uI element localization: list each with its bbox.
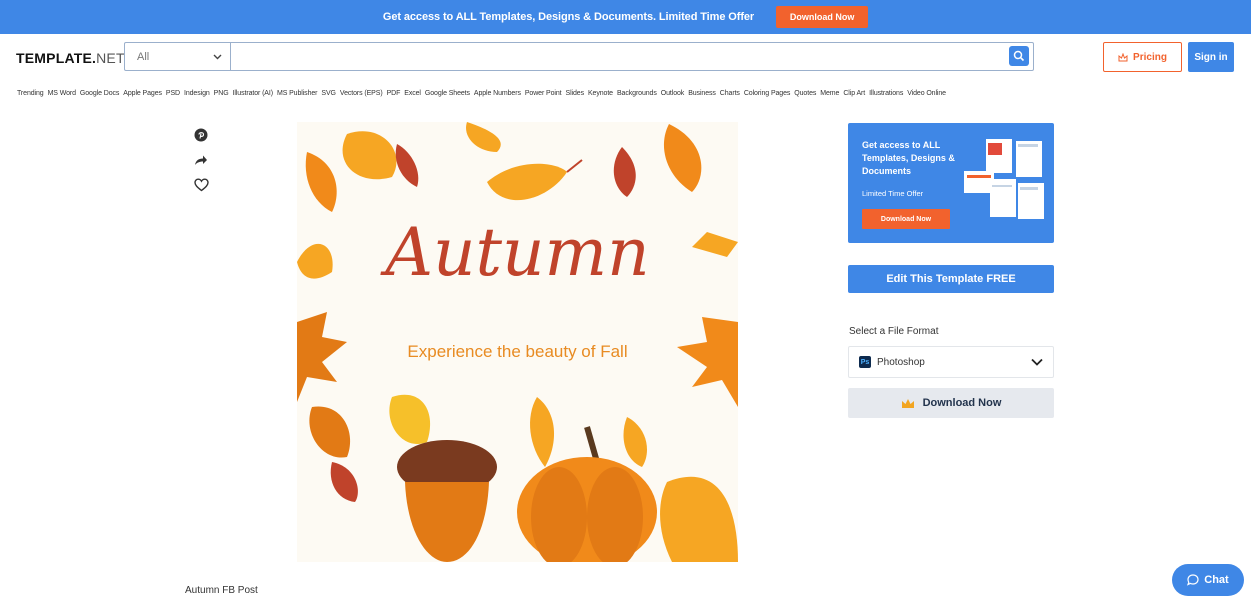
ad-download-button[interactable]: Download Now: [862, 209, 950, 229]
category-link[interactable]: SVG: [321, 90, 336, 97]
header: TEMPLATE.NET All Pricing Sign in: [0, 38, 1251, 78]
file-format-selected: Ps Photoshop: [859, 356, 925, 368]
logo-bold: TEMPLATE.: [16, 50, 97, 66]
category-link[interactable]: Apple Pages: [123, 90, 162, 97]
template-caption: Autumn FB Post: [185, 585, 258, 596]
category-link[interactable]: Google Sheets: [425, 90, 470, 97]
search-input[interactable]: [231, 43, 1009, 70]
chat-button[interactable]: Chat: [1172, 564, 1244, 596]
file-format-label: Select a File Format: [849, 326, 939, 337]
search-bar: All: [124, 42, 1034, 71]
photoshop-icon: Ps: [859, 356, 871, 368]
category-link[interactable]: Google Docs: [80, 90, 119, 97]
ad-card[interactable]: Get access to ALL Templates, Designs & D…: [848, 123, 1054, 243]
search-category-select[interactable]: All: [125, 43, 231, 70]
ad-line-2: Templates, Designs &: [862, 153, 955, 163]
preview-title: Autumn: [385, 214, 650, 291]
promo-download-button[interactable]: Download Now: [776, 6, 869, 28]
category-link[interactable]: Indesign: [184, 90, 210, 97]
category-link[interactable]: Power Point: [525, 90, 562, 97]
document-collage-icon: [964, 139, 1044, 219]
category-link[interactable]: Video Online: [907, 90, 946, 97]
logo[interactable]: TEMPLATE.NET: [16, 50, 125, 66]
crown-icon: [901, 398, 914, 408]
pricing-button[interactable]: Pricing: [1103, 42, 1182, 72]
pricing-label: Pricing: [1133, 51, 1167, 63]
category-link[interactable]: Charts: [720, 90, 740, 97]
category-link[interactable]: Clip Art: [843, 90, 865, 97]
file-format-value: Photoshop: [877, 356, 925, 368]
chat-label: Chat: [1204, 574, 1229, 586]
chat-bubble-icon: [1187, 574, 1199, 586]
file-format-select[interactable]: Ps Photoshop: [848, 346, 1054, 378]
category-link[interactable]: Outlook: [661, 90, 685, 97]
share-column: [192, 128, 210, 192]
category-link[interactable]: Coloring Pages: [744, 90, 791, 97]
download-button[interactable]: Download Now: [848, 388, 1054, 418]
category-link[interactable]: MS Publisher: [277, 90, 318, 97]
category-link[interactable]: PNG: [214, 90, 229, 97]
category-link[interactable]: MS Word: [48, 90, 76, 97]
template-preview[interactable]: Autumn Experience the beauty of Fall: [297, 122, 738, 562]
share-icon[interactable]: [194, 154, 208, 166]
ad-line-3: Documents: [862, 166, 912, 176]
preview-subtitle: Experience the beauty of Fall: [407, 342, 628, 361]
edit-template-button[interactable]: Edit This Template FREE: [848, 265, 1054, 293]
category-link[interactable]: Slides: [566, 90, 585, 97]
download-label: Download Now: [922, 397, 1002, 409]
ad-line-1: Get access to ALL: [862, 140, 941, 150]
category-link[interactable]: Quotes: [794, 90, 816, 97]
chevron-down-icon: [1031, 358, 1043, 366]
chevron-down-icon: [213, 54, 222, 59]
promo-bar: Get access to ALL Templates, Designs & D…: [0, 0, 1251, 34]
category-link[interactable]: Apple Numbers: [474, 90, 521, 97]
promo-text: Get access to ALL Templates, Designs & D…: [382, 11, 755, 23]
search-category-value: All: [137, 50, 150, 63]
category-nav: Trending MS Word Google Docs Apple Pages PSD…: [17, 90, 946, 97]
signin-button[interactable]: Sign in: [1188, 42, 1234, 72]
search-icon: [1013, 50, 1025, 62]
category-link[interactable]: Illustrator (AI): [233, 90, 274, 97]
ad-sub: Limited Time Offer: [862, 189, 924, 198]
category-link[interactable]: PSD: [166, 90, 180, 97]
category-link[interactable]: Vectors (EPS): [340, 90, 383, 97]
category-link[interactable]: Keynote: [588, 90, 613, 97]
category-link[interactable]: PDF: [387, 90, 401, 97]
category-link[interactable]: Backgrounds: [617, 90, 657, 97]
logo-light: NET: [96, 50, 125, 66]
pinterest-icon[interactable]: [194, 128, 208, 142]
category-link[interactable]: Illustrations: [869, 90, 903, 97]
category-link[interactable]: Excel: [404, 90, 421, 97]
category-link[interactable]: Trending: [17, 90, 44, 97]
category-link[interactable]: Business: [688, 90, 716, 97]
crown-icon: [1118, 52, 1128, 61]
heart-icon[interactable]: [193, 178, 209, 192]
category-link[interactable]: Meme: [820, 90, 839, 97]
search-button[interactable]: [1009, 46, 1029, 66]
